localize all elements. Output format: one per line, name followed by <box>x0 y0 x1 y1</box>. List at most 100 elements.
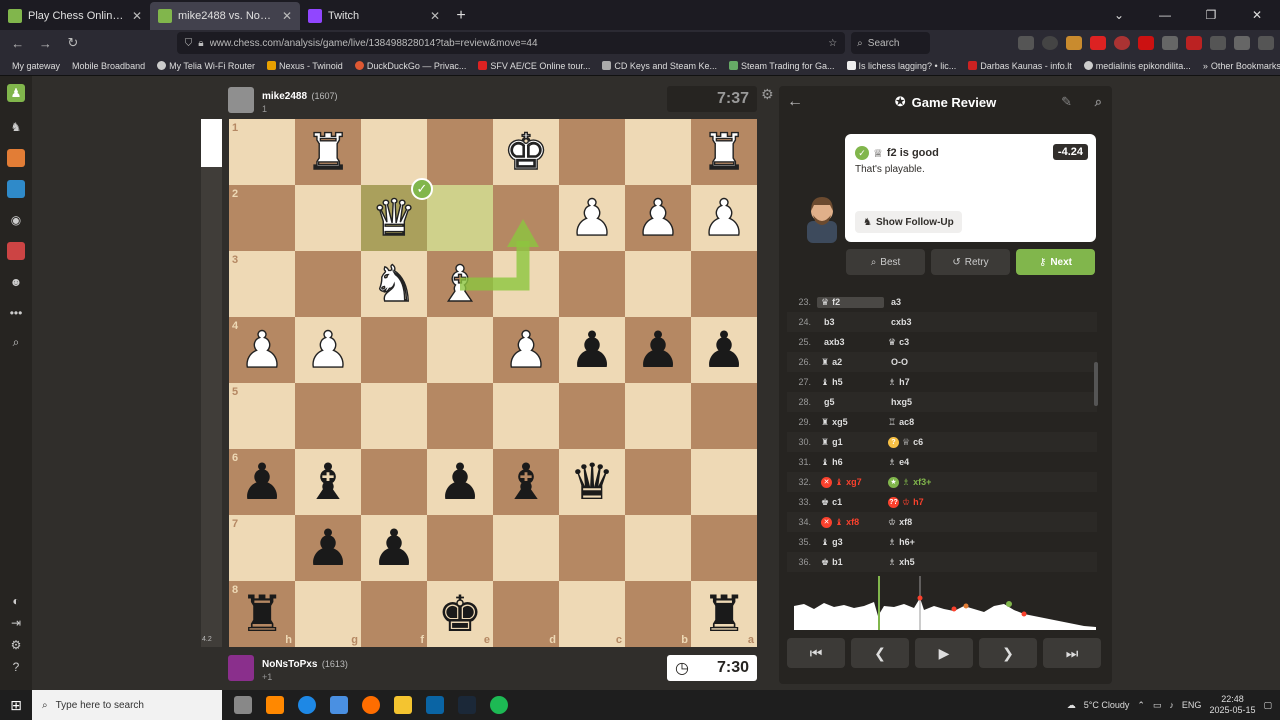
white-pawn-icon[interactable]: ♟ <box>635 192 681 243</box>
first-move-button[interactable]: ⏮ <box>787 638 845 668</box>
taskbar-search[interactable]: ⌕ Type here to search <box>32 690 222 720</box>
board-square[interactable] <box>625 383 691 449</box>
chevron-up-icon[interactable]: ⌃ <box>1137 700 1145 711</box>
play-icon[interactable]: ♞ <box>7 118 25 136</box>
show-follow-up-button[interactable]: ♞ Show Follow-Up <box>855 211 962 233</box>
learn-icon[interactable] <box>7 180 25 198</box>
player-name[interactable]: mike2488 <box>262 91 307 102</box>
new-tab-button[interactable]: + <box>448 2 474 30</box>
maximize-icon[interactable]: ❐ <box>1188 8 1234 22</box>
black-move[interactable]: a3 <box>884 297 951 307</box>
black-move[interactable]: ♛ c3 <box>884 337 951 348</box>
extension-icon[interactable] <box>1137 36 1154 50</box>
board-square[interactable] <box>427 317 493 383</box>
close-icon[interactable]: ✕ <box>282 9 292 23</box>
store-icon[interactable] <box>330 696 348 714</box>
url-bar[interactable]: ⛉ 🔒︎ www.chess.com/analysis/game/live/13… <box>176 32 846 54</box>
avatar[interactable] <box>228 87 254 113</box>
black-pawn-icon[interactable]: ♟ <box>372 523 417 573</box>
board-square[interactable]: ♟ <box>559 185 625 251</box>
next-move-button[interactable]: ❯ <box>979 638 1037 668</box>
board-square[interactable] <box>427 119 493 185</box>
next-button[interactable]: ⚷ Next <box>1016 249 1095 275</box>
puzzles-icon[interactable] <box>7 149 25 167</box>
black-move[interactable]: O-O <box>884 357 951 367</box>
board-square[interactable]: ♛ ✓ <box>361 178 433 251</box>
last-move-button[interactable]: ⏭ <box>1043 638 1101 668</box>
board-square[interactable] <box>361 449 427 515</box>
board-square[interactable]: ♟ <box>559 317 625 383</box>
white-move[interactable]: ♚ c1 <box>817 497 884 508</box>
board-square[interactable]: c <box>559 581 625 647</box>
language-indicator[interactable]: ENG <box>1182 700 1202 710</box>
url-text[interactable]: www.chess.com/analysis/game/live/1384988… <box>210 38 823 49</box>
white-move[interactable]: ♛ f2 <box>817 296 884 308</box>
back-icon[interactable]: ← <box>6 32 30 54</box>
board-square[interactable]: ♟ <box>691 317 757 383</box>
board-square[interactable]: ♟ <box>295 515 361 581</box>
white-rook-icon[interactable]: ♜ <box>305 126 351 177</box>
white-move[interactable]: ♜ xg5 <box>817 417 884 428</box>
collapse-icon[interactable]: ⇥ <box>7 614 25 632</box>
notifications-icon[interactable]: ▢ <box>1263 700 1272 711</box>
board-square[interactable]: ♝ <box>427 251 493 317</box>
best-button[interactable]: ⌕ Best <box>846 249 925 275</box>
spotify-icon[interactable] <box>490 696 508 714</box>
black-move[interactable]: ♔ xf8 <box>884 517 951 528</box>
black-king-icon[interactable]: ♚ <box>438 589 483 639</box>
board-square[interactable] <box>691 251 757 317</box>
black-bishop-icon[interactable]: ♝ <box>306 457 351 507</box>
vlc-icon[interactable] <box>266 696 284 714</box>
white-rook-icon[interactable]: ♜ <box>701 126 747 177</box>
black-move[interactable]: ♗ h7 <box>884 377 951 388</box>
board-square[interactable] <box>691 515 757 581</box>
black-bishop-icon[interactable]: ♝ <box>504 457 549 507</box>
board-square[interactable] <box>427 185 493 251</box>
board-square[interactable] <box>361 383 427 449</box>
bookmark-item[interactable]: Steam Trading for Ga... <box>728 61 835 71</box>
bookmark-item[interactable]: My gateway <box>12 61 60 71</box>
play-button[interactable]: ▶ <box>915 638 973 668</box>
news-icon[interactable] <box>7 242 25 260</box>
browser-search-box[interactable]: ⌕ Search <box>851 32 930 54</box>
black-rook-icon[interactable]: ♜ <box>702 589 747 639</box>
bookmark-item[interactable]: DuckDuckGo — Privac... <box>354 61 466 71</box>
board-square[interactable] <box>559 251 625 317</box>
more-icon[interactable]: ••• <box>7 304 25 322</box>
extension-icon[interactable] <box>1041 36 1058 50</box>
board-square[interactable] <box>625 251 691 317</box>
black-move[interactable]: ? ♕ c6 <box>884 436 951 448</box>
board-square[interactable]: 8 h ♜ <box>229 581 295 647</box>
black-pawn-icon[interactable]: ♟ <box>240 457 285 507</box>
bookmark-item[interactable]: Darbas Kaunas - info.lt <box>968 61 1072 71</box>
search-icon[interactable]: ⌕ <box>7 333 25 351</box>
bookmark-item[interactable]: SFV AE/CE Online tour... <box>478 61 590 71</box>
tab-twitch[interactable]: Twitch ✕ <box>300 2 448 30</box>
board-square[interactable]: a ♜ <box>691 581 757 647</box>
extension-icon[interactable] <box>1065 36 1082 50</box>
back-arrow-icon[interactable]: ← <box>787 93 803 111</box>
minimize-icon[interactable]: — <box>1142 8 1188 22</box>
watch-icon[interactable]: ◉ <box>7 211 25 229</box>
black-queen-icon[interactable]: ♛ <box>570 457 615 507</box>
reload-icon[interactable]: ↻ <box>61 32 85 54</box>
black-move[interactable]: cxb3 <box>884 317 951 327</box>
black-pawn-icon[interactable]: ♟ <box>306 523 351 573</box>
black-move[interactable]: ♖ ac8 <box>884 417 951 428</box>
board-square[interactable]: ♛ <box>559 449 625 515</box>
white-move[interactable]: ✕ ♝ xg7 <box>817 476 884 488</box>
menu-icon[interactable] <box>1257 36 1274 50</box>
black-pawn-icon[interactable]: ♟ <box>570 325 615 375</box>
bookmark-item[interactable]: CD Keys and Steam Ke... <box>602 61 717 71</box>
chess-board[interactable]: 1 ♜ ♚ ♜ 2 ♛ ✓ ♟ ♟ ♟ 3 ♞ ♝ 4 ♟ ♟ ♟ ♟ ♟ ♟ 5 6 ♟ ♝ ♟ ♝ ♛ 7 ♟ ♟ 8 h ♜ g f e ♚ d c b… <box>229 119 757 647</box>
board-square[interactable]: ♟ <box>427 449 493 515</box>
board-square[interactable]: ♚ <box>493 119 559 185</box>
outlook-icon[interactable] <box>426 696 444 714</box>
white-move[interactable]: ✕ ♝ xf8 <box>817 516 884 528</box>
move-list-scrollbar[interactable] <box>1094 362 1098 406</box>
forward-icon[interactable]: → <box>34 32 58 54</box>
board-square[interactable]: 7 <box>229 515 295 581</box>
previous-move-button[interactable]: ❮ <box>851 638 909 668</box>
board-square[interactable] <box>361 317 427 383</box>
white-move[interactable]: ♝ h5 <box>817 377 884 388</box>
